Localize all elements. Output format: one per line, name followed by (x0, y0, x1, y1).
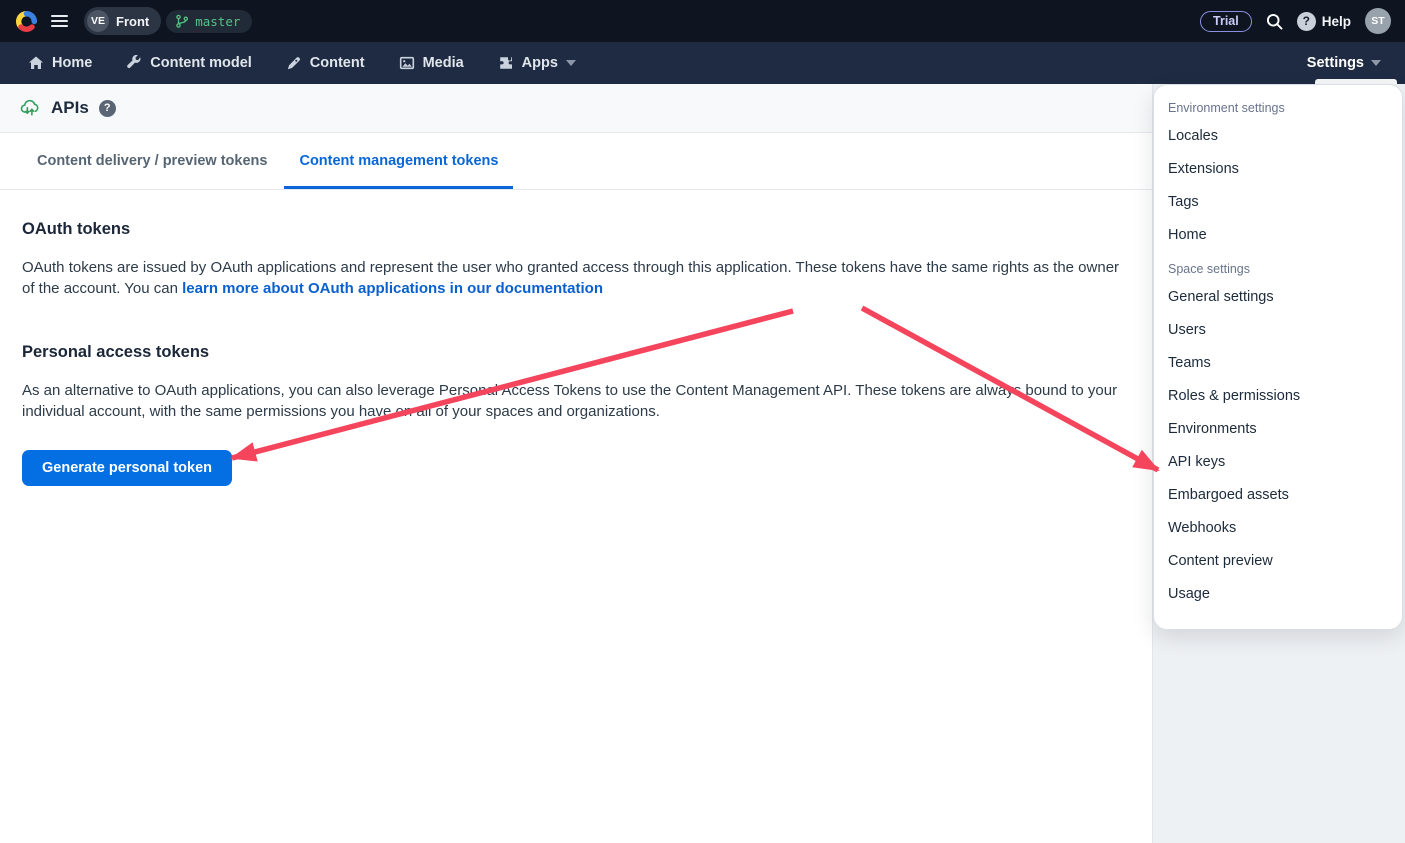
main-nav-bar: Home Content model Content Media (0, 42, 1405, 84)
top-bar: VE Front master Trial ? Help ST (0, 0, 1405, 42)
menu-item-webhooks[interactable]: Webhooks (1154, 512, 1402, 545)
menu-section-environment-settings: Environment settings (1154, 91, 1402, 120)
environment-switcher[interactable]: master (166, 10, 252, 33)
help-menu[interactable]: ? Help (1297, 12, 1351, 31)
personal-access-tokens-description: As an alternative to OAuth applications,… (22, 381, 1127, 422)
menu-item-usage[interactable]: Usage (1154, 578, 1402, 611)
space-name: Front (116, 14, 149, 29)
page-help-icon[interactable]: ? (99, 100, 116, 117)
nav-item-settings[interactable]: Settings (1307, 55, 1391, 71)
nav-item-media[interactable]: Media (399, 55, 464, 71)
oauth-tokens-heading: OAuth tokens (22, 220, 1130, 239)
apps-icon (498, 55, 514, 71)
page-header: APIs ? (0, 84, 1152, 133)
nav-label: Content (310, 55, 365, 71)
hamburger-menu-icon[interactable] (51, 15, 68, 28)
menu-item-general-settings[interactable]: General settings (1154, 281, 1402, 314)
menu-item-users[interactable]: Users (1154, 314, 1402, 347)
oauth-docs-link[interactable]: learn more about OAuth applications in o… (182, 280, 603, 297)
nav-label: Apps (522, 55, 558, 71)
nav-label: Media (423, 55, 464, 71)
menu-item-environments[interactable]: Environments (1154, 413, 1402, 446)
org-badge: VE (87, 10, 109, 32)
home-icon (28, 55, 44, 71)
settings-dropdown-menu: Environment settings Locales Extensions … (1153, 84, 1403, 630)
menu-item-embargoed-assets[interactable]: Embargoed assets (1154, 479, 1402, 512)
nav-item-content-model[interactable]: Content model (126, 55, 252, 71)
nav-label: Content model (150, 55, 252, 71)
nav-item-home[interactable]: Home (28, 55, 92, 71)
menu-item-tags[interactable]: Tags (1154, 186, 1402, 219)
menu-item-content-preview[interactable]: Content preview (1154, 545, 1402, 578)
trial-badge[interactable]: Trial (1200, 11, 1252, 32)
chevron-down-icon (566, 60, 576, 66)
wrench-icon (126, 55, 142, 71)
nav-item-apps[interactable]: Apps (498, 55, 576, 71)
generate-personal-token-button[interactable]: Generate personal token (22, 450, 232, 486)
menu-item-home[interactable]: Home (1154, 219, 1402, 252)
avatar[interactable]: ST (1365, 8, 1391, 34)
personal-access-tokens-heading: Personal access tokens (22, 343, 1130, 362)
chevron-down-icon (1371, 60, 1381, 66)
branch-icon (175, 14, 189, 28)
contentful-logo[interactable] (14, 9, 39, 34)
nav-label: Home (52, 55, 92, 71)
oauth-tokens-description: OAuth tokens are issued by OAuth applica… (22, 258, 1127, 299)
menu-section-space-settings: Space settings (1154, 252, 1402, 281)
nav-item-content[interactable]: Content (286, 55, 365, 71)
menu-item-roles-permissions[interactable]: Roles & permissions (1154, 380, 1402, 413)
help-label: Help (1322, 14, 1351, 29)
space-switcher[interactable]: VE Front (84, 7, 161, 35)
pen-icon (286, 55, 302, 71)
tab-content-management-tokens[interactable]: Content management tokens (284, 133, 513, 189)
token-tabs: Content delivery / preview tokens Conten… (0, 133, 1152, 190)
question-icon: ? (1297, 12, 1316, 31)
personal-access-tokens-section: Personal access tokens As an alternative… (22, 343, 1130, 486)
apis-cloud-icon (20, 98, 41, 119)
environment-name: master (195, 14, 240, 29)
settings-label: Settings (1307, 55, 1364, 71)
menu-item-api-keys[interactable]: API keys (1154, 446, 1402, 479)
page-title: APIs (51, 98, 89, 118)
oauth-tokens-section: OAuth tokens OAuth tokens are issued by … (22, 220, 1130, 299)
tab-content-delivery-preview-tokens[interactable]: Content delivery / preview tokens (22, 133, 282, 189)
menu-item-extensions[interactable]: Extensions (1154, 153, 1402, 186)
menu-item-teams[interactable]: Teams (1154, 347, 1402, 380)
search-icon[interactable] (1266, 13, 1283, 30)
media-icon (399, 55, 415, 71)
menu-item-locales[interactable]: Locales (1154, 120, 1402, 153)
